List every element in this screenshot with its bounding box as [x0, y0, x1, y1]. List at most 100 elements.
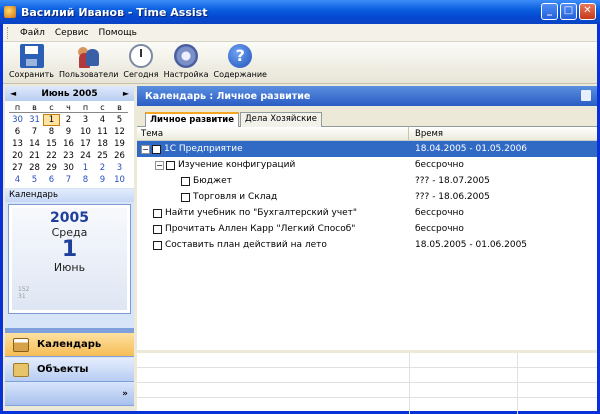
calendar-day[interactable]: 6 [43, 175, 60, 185]
calendar-day[interactable]: 2 [60, 115, 77, 125]
calendar-day[interactable]: 18 [94, 139, 111, 149]
current-date-card: 2005 Среда 1 Июнь 152 31 [8, 204, 131, 314]
calendar-day[interactable]: 10 [77, 127, 94, 137]
calendar-day[interactable]: 11 [94, 127, 111, 137]
calendar-day[interactable]: 24 [77, 151, 94, 161]
tab-household[interactable]: Дела Хозяйские [240, 112, 322, 127]
calendar-day[interactable]: 7 [26, 127, 43, 137]
tree-row[interactable]: Бюджет ??? - 18.07.2005 [137, 173, 597, 189]
collapse-icon[interactable]: − [141, 144, 150, 154]
calendar-day[interactable]: 16 [60, 139, 77, 149]
nav-calendar-label: Календарь [37, 339, 102, 350]
calendar-day[interactable]: 7 [60, 175, 77, 185]
calendar-day[interactable]: 8 [77, 175, 94, 185]
calendar-day[interactable]: 12 [111, 127, 128, 137]
title-bar[interactable]: Василий Иванов - Time Assist _ □ ✕ [0, 0, 600, 24]
grid-line [137, 382, 597, 383]
today-label: Сегодня [123, 70, 159, 79]
users-button[interactable]: Пользователи [59, 42, 118, 79]
nav-objects-label: Объекты [37, 364, 89, 375]
maximize-button[interactable]: □ [560, 3, 577, 20]
task-checkbox[interactable] [153, 208, 162, 218]
column-header-topic[interactable]: Тема [137, 127, 409, 140]
calendar-day[interactable]: 25 [94, 151, 111, 161]
calendar-day[interactable]: 26 [111, 151, 128, 161]
task-checkbox[interactable] [153, 240, 162, 250]
calendar-day[interactable]: 22 [43, 151, 60, 161]
detail-grid[interactable] [137, 350, 597, 414]
today-button[interactable]: Сегодня [123, 42, 159, 79]
calendar-day[interactable]: 30 [9, 115, 26, 125]
calendar-day[interactable]: 20 [9, 151, 26, 161]
task-time: бессрочно [415, 208, 464, 218]
nav-objects-button[interactable]: Объекты [5, 358, 134, 382]
tree-row[interactable]: − Изучение конфигураций бессрочно [137, 157, 597, 173]
calendar-day[interactable]: 5 [26, 175, 43, 185]
calendar-day[interactable]: 29 [43, 163, 60, 173]
tree-row-topic: Торговля и Склад [137, 192, 409, 202]
menu-file[interactable]: Файл [15, 28, 50, 38]
calendar-day[interactable]: 3 [77, 115, 94, 125]
task-checkbox[interactable] [152, 144, 161, 154]
calendar-day[interactable]: 28 [26, 163, 43, 173]
calendar-day[interactable]: 30 [60, 163, 77, 173]
pin-icon[interactable] [581, 90, 591, 101]
help-icon: ? [228, 44, 253, 68]
calendar-day[interactable]: 19 [111, 139, 128, 149]
calendar-day[interactable]: 5 [111, 115, 128, 125]
calendar-day[interactable]: 14 [26, 139, 43, 149]
tree-row[interactable]: − 1С Предприятие 18.04.2005 - 01.05.2006 [137, 141, 597, 157]
calendar-day[interactable]: 8 [43, 127, 60, 137]
menu-help[interactable]: Помощь [94, 28, 142, 38]
calendar-day[interactable]: 2 [94, 163, 111, 173]
calendar-day[interactable]: 9 [60, 127, 77, 137]
save-icon [19, 44, 44, 68]
calendar-day[interactable]: 31 [26, 115, 43, 125]
tree-row[interactable]: Прочитать Аллен Карр "Легкий Способ" бес… [137, 221, 597, 237]
calendar-day-today[interactable]: 1 [43, 114, 60, 126]
collapse-icon[interactable]: − [155, 160, 164, 170]
nav-calendar-button[interactable]: Календарь [5, 333, 134, 357]
task-checkbox[interactable] [181, 176, 190, 186]
tab-personal-development[interactable]: Личное развитие [145, 112, 240, 128]
column-header-time[interactable]: Время [409, 127, 443, 140]
task-checkbox[interactable] [181, 192, 190, 202]
calendar-day[interactable]: 23 [60, 151, 77, 161]
settings-button[interactable]: Настройка [164, 42, 208, 79]
calendar-day[interactable]: 15 [43, 139, 60, 149]
tree-row-topic: − 1С Предприятие [137, 144, 409, 154]
task-title: Прочитать Аллен Карр "Легкий Способ" [165, 224, 356, 234]
calendar-day[interactable]: 10 [111, 175, 128, 185]
close-button[interactable]: ✕ [579, 3, 596, 20]
weekday-label: в [111, 103, 128, 113]
calendar-day[interactable]: 9 [94, 175, 111, 185]
task-checkbox[interactable] [153, 224, 162, 234]
calendar-day[interactable]: 1 [77, 163, 94, 173]
minimize-button[interactable]: _ [541, 3, 558, 20]
calendar-day[interactable]: 4 [94, 115, 111, 125]
users-icon [77, 44, 101, 68]
content-title: Календарь : Личное развитие [145, 90, 311, 102]
task-time: 18.05.2005 - 01.06.2005 [415, 240, 528, 250]
grid-line [137, 397, 597, 398]
next-month-arrow-icon[interactable]: ► [123, 89, 129, 98]
tree-row-topic: Составить план действий на лето [137, 240, 409, 250]
task-checkbox[interactable] [166, 160, 175, 170]
calendar-day[interactable]: 6 [9, 127, 26, 137]
tree-row[interactable]: Торговля и Склад ??? - 18.06.2005 [137, 189, 597, 205]
calendar-day[interactable]: 17 [77, 139, 94, 149]
days-remaining: 31 [18, 293, 26, 300]
tree-row[interactable]: Составить план действий на лето 18.05.20… [137, 237, 597, 253]
calendar-day[interactable]: 3 [111, 163, 128, 173]
calendar-day[interactable]: 27 [9, 163, 26, 173]
calendar-day[interactable]: 13 [9, 139, 26, 149]
prev-month-arrow-icon[interactable]: ◄ [10, 89, 16, 98]
calendar-month-header: ◄ Июнь 2005 ► [5, 86, 134, 101]
tree-row[interactable]: Найти учебник по "Бухгалтерский учет" бе… [137, 205, 597, 221]
save-button[interactable]: Сохранить [9, 42, 54, 79]
calendar-day[interactable]: 4 [9, 175, 26, 185]
nav-more-button[interactable]: » [5, 383, 134, 406]
help-contents-button[interactable]: ? Содержание [213, 42, 267, 79]
calendar-day[interactable]: 21 [26, 151, 43, 161]
menu-service[interactable]: Сервис [50, 28, 94, 38]
